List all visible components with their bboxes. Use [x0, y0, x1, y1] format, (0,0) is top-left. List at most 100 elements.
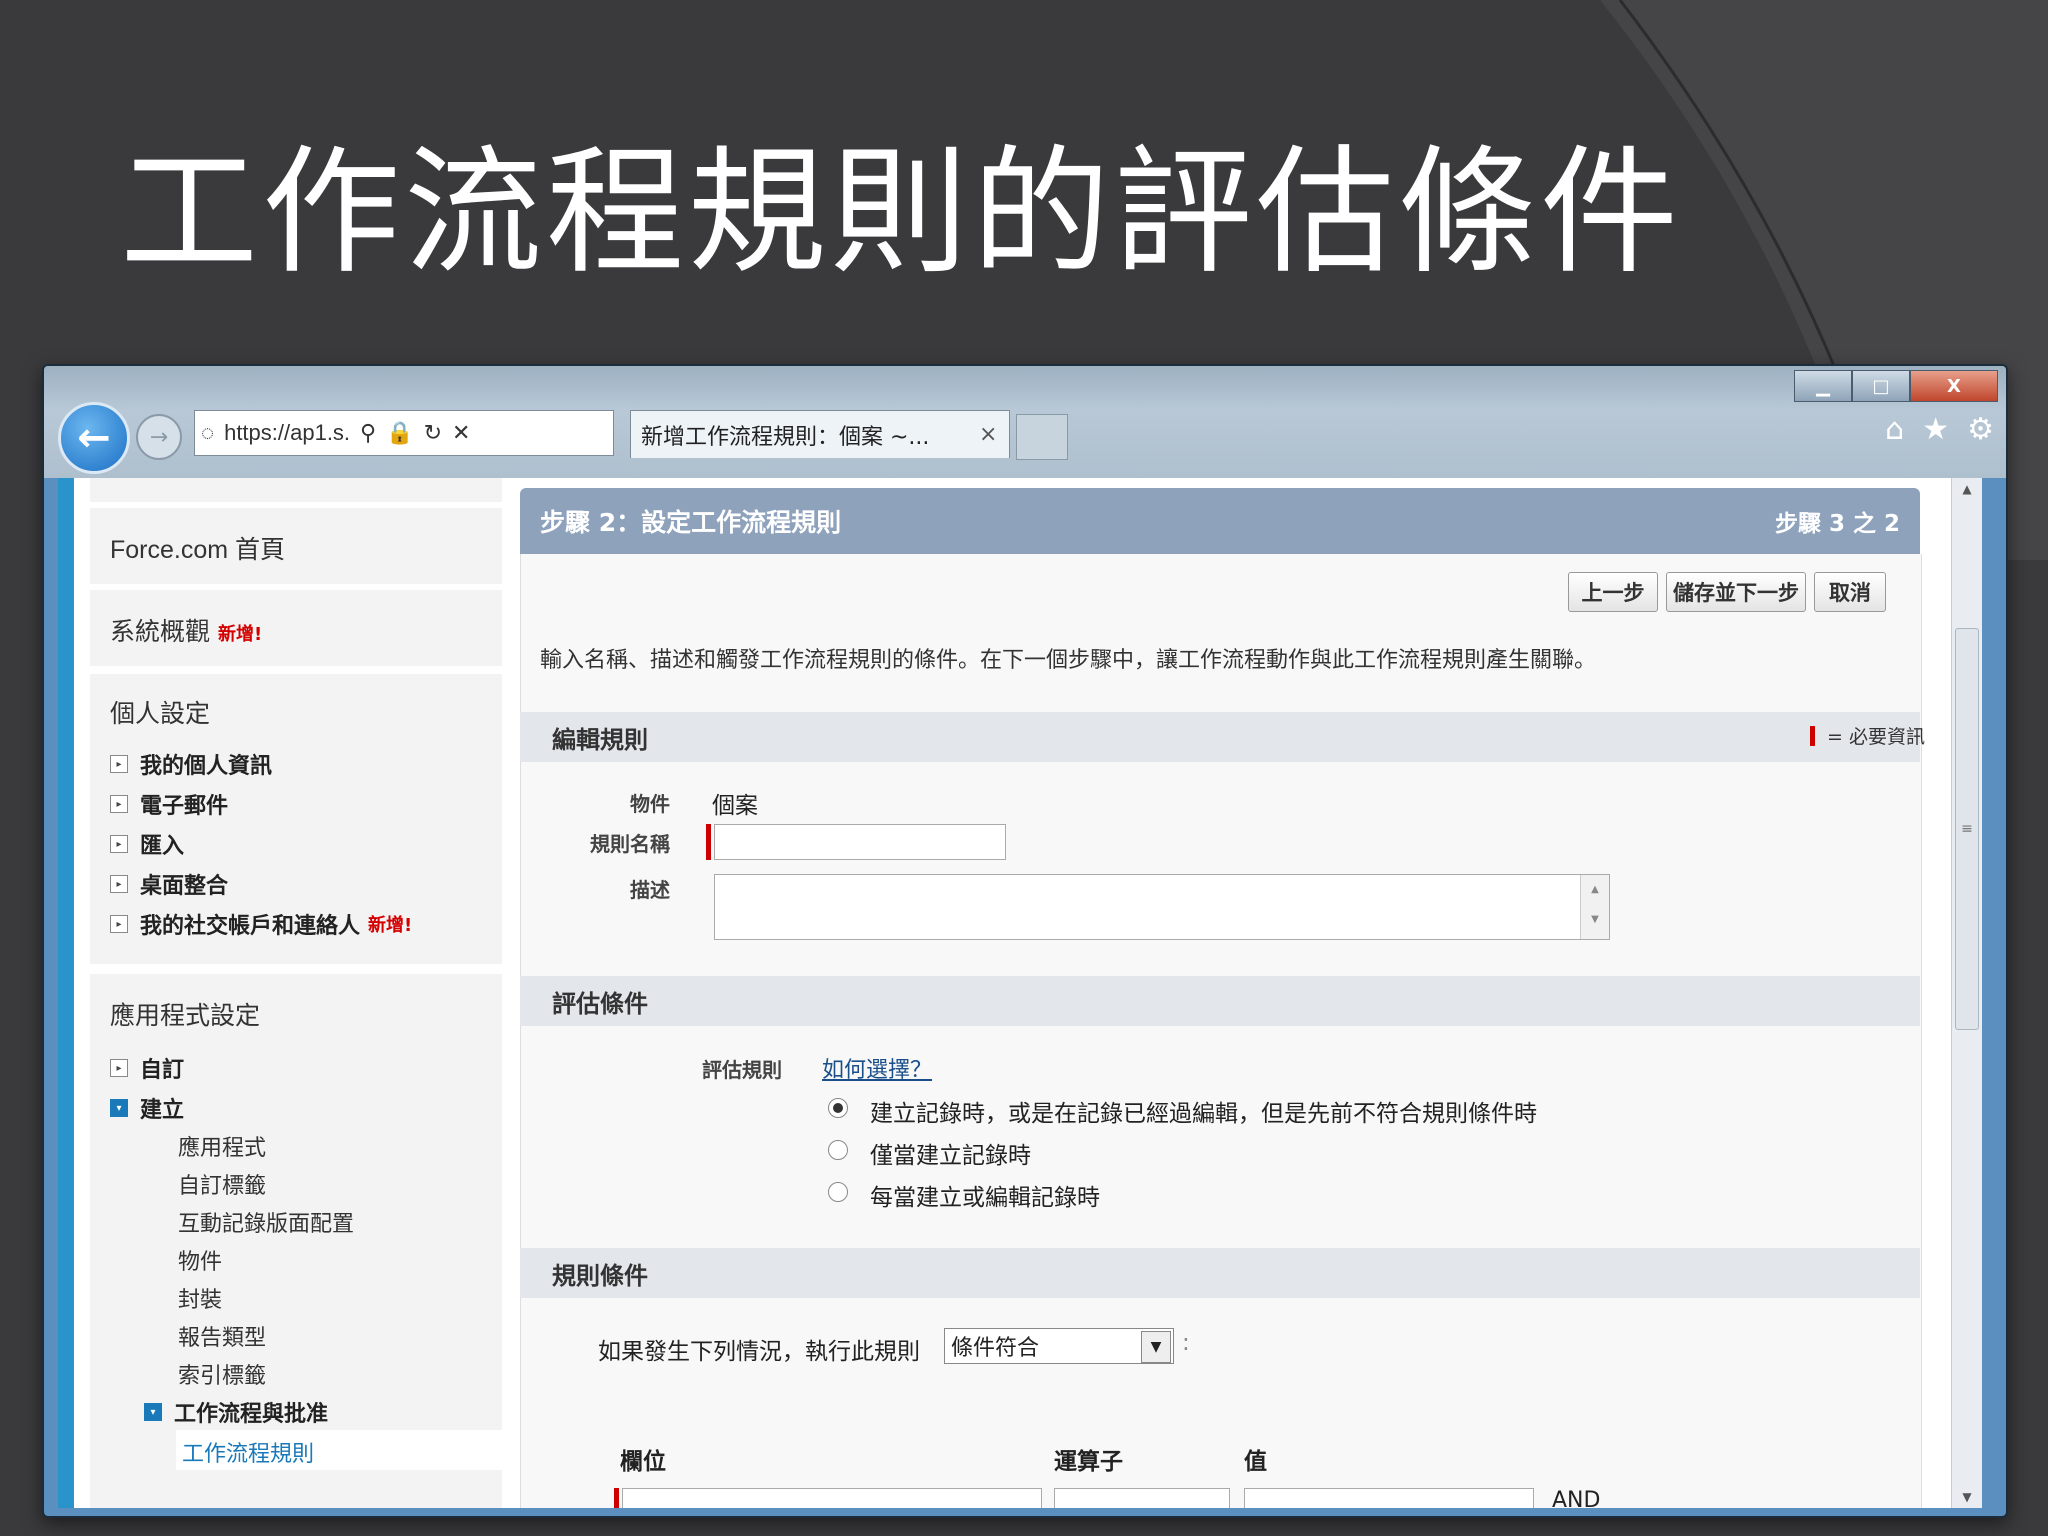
previous-button[interactable]: 上一步: [1568, 572, 1658, 612]
new-badge: 新增!: [218, 624, 263, 645]
criteria-dropdown[interactable]: 條件符合 ▼: [944, 1328, 1174, 1364]
criteria-operator-select[interactable]: [1054, 1488, 1230, 1508]
collapse-icon[interactable]: ▾: [110, 1099, 128, 1117]
refresh-icon[interactable]: ↻: [424, 420, 442, 446]
expand-icon[interactable]: ▸: [110, 795, 128, 813]
web-page: Force.com 首頁 系統概觀 新增! 個人設定 ▸ 我的個人資訊 ▸ 電子郵件…: [58, 478, 1982, 1508]
expand-icon[interactable]: ▸: [110, 875, 128, 893]
eval-option-label: 僅當建立記錄時: [870, 1143, 1031, 1169]
sidebar-personal-section: 個人設定 ▸ 我的個人資訊 ▸ 電子郵件 ▸ 匯入 ▸ 桌面整合 ▸ 我的社交帳戶和連絡人…: [90, 674, 502, 964]
how-to-choose-link[interactable]: 如何選擇？: [822, 1052, 932, 1084]
sidebar-home-section: Force.com 首頁: [90, 508, 502, 584]
tab-active[interactable]: 新增工作流程規則：個案 ~... ×: [630, 410, 1010, 458]
criteria-section-header: 規則條件: [520, 1248, 1920, 1298]
save-next-button[interactable]: 儲存並下一步: [1666, 572, 1806, 612]
scroll-up-arrow-icon[interactable]: ▲: [1952, 482, 1982, 496]
search-icon[interactable]: ⚲: [360, 420, 376, 446]
favorites-star-icon[interactable]: ★: [1922, 412, 1949, 447]
home-icon[interactable]: ⌂: [1885, 412, 1904, 447]
sidebar-app-header: 應用程式設定: [110, 1001, 261, 1030]
eval-radio-created-or-edited[interactable]: [828, 1098, 848, 1118]
chevron-down-icon[interactable]: ▼: [1141, 1331, 1171, 1363]
arrow-right-icon: →: [149, 424, 169, 450]
eval-option-label: 每當建立或編輯記錄時: [870, 1185, 1100, 1211]
sidebar-item-social[interactable]: ▸ 我的社交帳戶和連絡人 新增!: [110, 908, 412, 940]
browser-window: ▁ □ X ← → ◌ https://ap1.s. ⚲ 🔒 ↻ ✕ 新增工作流…: [42, 364, 2008, 1518]
expand-icon[interactable]: ▸: [110, 755, 128, 773]
left-accent-bar: [58, 478, 74, 1508]
collapse-icon[interactable]: ▾: [144, 1403, 162, 1421]
step-count: 步驟 3 之 2: [1774, 511, 1900, 537]
sidebar-sub-apps[interactable]: 應用程式: [178, 1130, 266, 1162]
setup-sidebar: Force.com 首頁 系統概觀 新增! 個人設定 ▸ 我的個人資訊 ▸ 電子郵件…: [90, 478, 502, 1508]
intro-text: 輸入名稱、描述和觸發工作流程規則的條件。在下一個步驟中，讓工作流程動作與此工作流…: [540, 648, 1597, 673]
scroll-thumb[interactable]: ≡: [1955, 628, 1979, 1030]
sidebar-sub-objects[interactable]: 物件: [178, 1244, 222, 1276]
object-value: 個案: [712, 793, 758, 819]
sidebar-selected-row: 工作流程規則: [176, 1430, 502, 1470]
sidebar-item-workflow[interactable]: ▾ 工作流程與批准: [144, 1396, 328, 1428]
address-bar[interactable]: ◌ https://ap1.s. ⚲ 🔒 ↻ ✕: [194, 410, 614, 456]
page-scrollbar[interactable]: ▲ ≡ ▼: [1951, 478, 1982, 1508]
close-window-button[interactable]: X: [1910, 370, 1998, 402]
required-marker: [1810, 725, 1815, 746]
window-controls: ▁ □ X: [1794, 370, 1998, 402]
sidebar-sub-workflow-rules[interactable]: 工作流程規則: [182, 1436, 314, 1468]
step-header: 步驟 2：設定工作流程規則 步驟 3 之 2: [520, 488, 1920, 554]
sidebar-sub-interaction-layout[interactable]: 互動記錄版面配置: [178, 1206, 354, 1238]
sidebar-item-create[interactable]: ▾ 建立: [110, 1092, 184, 1124]
sidebar-item-desktop[interactable]: ▸ 桌面整合: [110, 868, 228, 900]
address-text: https://ap1.s.: [224, 420, 351, 445]
expand-icon[interactable]: ▸: [110, 835, 128, 853]
sidebar-overview-link[interactable]: 系統概觀: [110, 612, 210, 648]
description-label: 描述: [630, 878, 670, 902]
criteria-value-input[interactable]: [1244, 1488, 1534, 1508]
textarea-scrollbar[interactable]: ▲ ▼: [1580, 875, 1609, 939]
eval-radio-every-create-edit[interactable]: [828, 1182, 848, 1202]
minimize-button[interactable]: ▁: [1794, 370, 1852, 402]
maximize-button[interactable]: □: [1852, 370, 1910, 402]
sidebar-personal-header: 個人設定: [110, 699, 211, 728]
slide-title: 工作流程規則的評估條件: [120, 132, 1683, 293]
sidebar-item-personal-info[interactable]: ▸ 我的個人資訊: [110, 748, 272, 780]
sidebar-item-import[interactable]: ▸ 匯入: [110, 828, 184, 860]
browser-toolbar-right: ⌂ ★ ⚙: [1885, 412, 1994, 447]
page-icon: ◌: [201, 420, 215, 445]
tab-close-icon[interactable]: ×: [979, 422, 1009, 447]
eval-option-label: 建立記錄時，或是在記錄已經過編輯，但是先前不符合規則條件時: [870, 1101, 1537, 1127]
back-button[interactable]: ←: [58, 402, 130, 474]
settings-gear-icon[interactable]: ⚙: [1967, 412, 1994, 447]
sidebar-home-link[interactable]: Force.com 首頁: [90, 530, 285, 566]
object-label: 物件: [630, 792, 670, 816]
sidebar-sub-tabs[interactable]: 索引標籤: [178, 1358, 266, 1390]
required-legend: = 必要資訊: [1810, 722, 1925, 749]
sidebar-sub-custom-labels[interactable]: 自訂標籤: [178, 1168, 266, 1200]
required-indicator: [614, 1488, 619, 1508]
new-tab-button[interactable]: [1016, 414, 1068, 460]
stop-icon[interactable]: ✕: [452, 420, 470, 446]
lock-icon[interactable]: 🔒: [386, 420, 413, 446]
evaluation-section-header: 評估條件: [520, 976, 1920, 1026]
sidebar-item-email[interactable]: ▸ 電子郵件: [110, 788, 228, 820]
browser-toolbar: ▁ □ X ← → ◌ https://ap1.s. ⚲ 🔒 ↻ ✕ 新增工作流…: [44, 366, 2006, 478]
criteria-field-select[interactable]: [622, 1488, 1042, 1508]
description-textarea[interactable]: ▲ ▼: [714, 874, 1610, 940]
column-operator-header: 運算子: [1054, 1449, 1123, 1475]
sidebar-sub-packages[interactable]: 封裝: [178, 1282, 222, 1314]
sidebar-overview-section: 系統概觀 新增!: [90, 590, 502, 666]
criteria-colon: :: [1182, 1330, 1190, 1356]
sidebar-search-area: [90, 478, 502, 502]
sidebar-app-section: 應用程式設定 ▸ 自訂 ▾ 建立 應用程式 自訂標籤 互動記錄版面配置 物件 封裝 …: [90, 974, 502, 1508]
rule-name-input[interactable]: [714, 824, 1006, 860]
sidebar-item-customize[interactable]: ▸ 自訂: [110, 1052, 184, 1084]
scroll-down-arrow-icon[interactable]: ▼: [1952, 1490, 1982, 1504]
forward-button[interactable]: →: [136, 414, 182, 460]
tab-title: 新增工作流程規則：個案 ~...: [641, 424, 930, 450]
sidebar-sub-report-types[interactable]: 報告類型: [178, 1320, 266, 1352]
run-rule-if-label: 如果發生下列情況，執行此規則: [598, 1339, 920, 1365]
expand-icon[interactable]: ▸: [110, 1059, 128, 1077]
cancel-button[interactable]: 取消: [1814, 572, 1886, 612]
eval-radio-created-only[interactable]: [828, 1140, 848, 1160]
arrow-left-icon: ←: [77, 415, 111, 461]
expand-icon[interactable]: ▸: [110, 915, 128, 933]
